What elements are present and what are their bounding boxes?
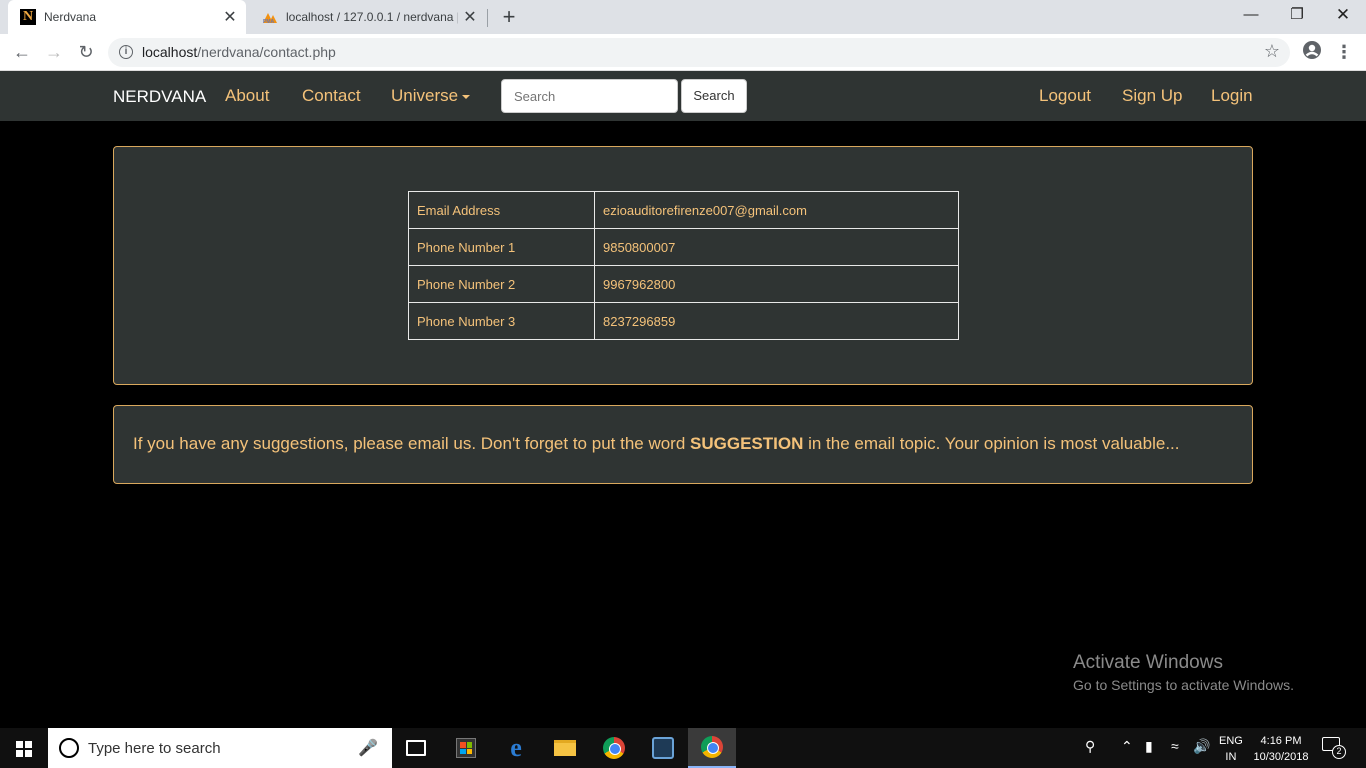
start-button[interactable] [0, 728, 48, 768]
search-input[interactable] [501, 79, 678, 113]
windows-logo-icon [16, 741, 32, 757]
menu-kebab-icon[interactable]: ⋮ [1332, 40, 1356, 64]
svg-text:PMA: PMA [263, 19, 275, 24]
nerdvana-favicon-icon: N [20, 9, 36, 25]
watermark-subtitle: Go to Settings to activate Windows. [1073, 677, 1294, 693]
contact-value: 9850800007 [594, 228, 959, 266]
address-bar[interactable]: i localhost/nerdvana/contact.php ☆ [108, 38, 1290, 67]
chevron-up-icon[interactable]: ⌃ [1121, 738, 1133, 755]
tab-close-icon[interactable]: ✕ [218, 7, 242, 27]
contact-panel: Email Address ezioauditorefirenze007@gma… [113, 146, 1253, 385]
tab-divider [487, 9, 488, 27]
bookmark-star-icon[interactable]: ☆ [1264, 41, 1280, 62]
close-window-button[interactable]: ✕ [1320, 0, 1366, 30]
edge-icon: e [510, 733, 522, 762]
cortana-icon [59, 738, 79, 758]
caret-down-icon [462, 94, 471, 99]
edge-app-button[interactable]: e [492, 728, 540, 768]
browser-toolbar: ← → ↻ i localhost/nerdvana/contact.php ☆… [0, 34, 1366, 71]
battery-icon[interactable]: ▮ [1145, 738, 1153, 755]
nav-universe-label: Universe [391, 86, 459, 105]
tab-nerdvana[interactable]: N Nerdvana ✕ [8, 0, 246, 34]
contact-label: Email Address [408, 191, 595, 229]
brand-link[interactable]: NERDVANA [113, 87, 206, 107]
app-button[interactable] [639, 728, 687, 768]
contact-value: 8237296859 [594, 302, 959, 340]
suggestion-panel: If you have any suggestions, please emai… [113, 405, 1253, 484]
table-row: Phone Number 2 9967962800 [408, 265, 959, 303]
profile-avatar-icon[interactable] [1300, 40, 1324, 64]
contact-value: ezioauditorefirenze007@gmail.com [594, 191, 959, 229]
table-row: Email Address ezioauditorefirenze007@gma… [408, 191, 959, 229]
new-tab-button[interactable]: + [498, 4, 520, 30]
tab-title: Nerdvana [44, 10, 97, 24]
chrome-active-app-button[interactable] [688, 728, 736, 768]
back-arrow-icon[interactable]: ← [10, 40, 34, 64]
people-icon[interactable]: ⚲ [1085, 738, 1095, 755]
store-icon [456, 738, 476, 758]
tab-title: localhost / 127.0.0.1 / nerdvana | [286, 10, 458, 24]
clock-time: 4:16 PM [1260, 735, 1302, 747]
table-row: Phone Number 1 9850800007 [408, 228, 959, 266]
task-view-button[interactable] [392, 728, 440, 768]
contact-table: Email Address ezioauditorefirenze007@gma… [408, 191, 959, 340]
tab-close-icon[interactable]: ✕ [458, 7, 482, 27]
watermark-title: Activate Windows [1073, 652, 1223, 673]
nav-signup[interactable]: Sign Up [1122, 86, 1182, 106]
language-indicator[interactable]: ENG IN [1219, 733, 1243, 765]
activate-windows-watermark: Activate Windows Go to Settings to activ… [1073, 652, 1294, 693]
nav-about[interactable]: About [225, 86, 269, 106]
clock-date: 10/30/2018 [1253, 751, 1309, 763]
volume-icon[interactable]: 🔊 [1193, 738, 1210, 755]
file-explorer-button[interactable] [541, 728, 589, 768]
suggestion-text: If you have any suggestions, please emai… [133, 434, 1180, 453]
contact-value: 9967962800 [594, 265, 959, 303]
tab-phpmyadmin[interactable]: PMA localhost / 127.0.0.1 / nerdvana | ✕ [250, 0, 486, 34]
contact-label: Phone Number 1 [408, 228, 595, 266]
contact-label: Phone Number 3 [408, 302, 595, 340]
store-app-button[interactable] [442, 728, 490, 768]
taskbar-search-box[interactable]: Type here to search 🎤 [48, 728, 392, 768]
url-text: localhost/nerdvana/contact.php [142, 44, 336, 60]
taskbar-search-placeholder: Type here to search [88, 740, 221, 757]
chrome-icon [603, 737, 625, 759]
clock[interactable]: 4:16 PM 10/30/2018 [1250, 733, 1312, 765]
contact-label: Phone Number 2 [408, 265, 595, 303]
task-view-icon [406, 740, 426, 756]
notification-count: 2 [1332, 745, 1346, 759]
microphone-icon[interactable]: 🎤 [358, 738, 378, 758]
suggestion-keyword: SUGGESTION [690, 434, 804, 453]
nav-login[interactable]: Login [1211, 86, 1253, 106]
chrome-app-button[interactable] [590, 728, 638, 768]
nav-contact[interactable]: Contact [302, 86, 361, 106]
chrome-icon [701, 736, 723, 758]
nav-logout[interactable]: Logout [1039, 86, 1091, 106]
browser-tabstrip: N Nerdvana ✕ PMA localhost / 127.0.0.1 /… [0, 0, 1366, 34]
phpmyadmin-favicon-icon: PMA [262, 9, 278, 25]
windows-taskbar: Type here to search 🎤 e ⚲ ⌃ ▮ ≈ 🔊 ENG IN … [0, 728, 1366, 768]
site-navbar: NERDVANA About Contact Universe Search L… [0, 71, 1366, 121]
info-icon[interactable]: i [119, 45, 133, 59]
nav-universe-dropdown[interactable]: Universe [391, 86, 471, 106]
maximize-button[interactable]: ❐ [1274, 0, 1320, 30]
minimize-button[interactable]: — [1228, 0, 1274, 30]
forward-arrow-icon[interactable]: → [42, 40, 66, 64]
action-center-button[interactable]: 2 [1322, 737, 1346, 759]
table-row: Phone Number 3 8237296859 [408, 302, 959, 340]
reload-icon[interactable]: ↻ [74, 40, 98, 64]
app-icon [652, 737, 674, 759]
folder-icon [554, 740, 576, 756]
wifi-icon[interactable]: ≈ [1171, 738, 1179, 754]
search-button[interactable]: Search [681, 79, 747, 113]
